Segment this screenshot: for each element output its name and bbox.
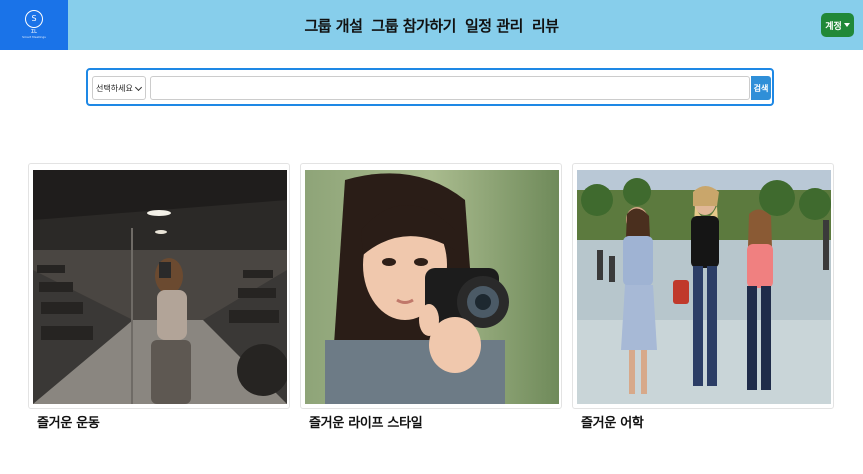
site-logo[interactable]: S ΣL Smart Meetings: [0, 0, 68, 50]
category-card-exercise[interactable]: [28, 163, 290, 409]
camera-girl-photo[interactable]: [305, 170, 559, 404]
caret-down-icon: [843, 23, 850, 27]
card-title-exercise: 즐거운 운동: [37, 416, 100, 431]
search-button[interactable]: 검색: [751, 76, 771, 100]
search-bar: 선택하세요 검색: [86, 68, 774, 106]
main-nav: 그룹 개설 그룹 참가하기 일정 관리 리뷰: [0, 0, 863, 50]
nav-review[interactable]: 리뷰: [532, 15, 559, 36]
logo-subtext: Smart Meetings: [22, 35, 46, 39]
three-friends-walking-photo[interactable]: [577, 170, 831, 404]
account-button-label: 계정: [825, 21, 842, 32]
card-title-lifestyle: 즐거운 라이프 스타일: [309, 416, 423, 431]
search-input[interactable]: [150, 76, 750, 100]
category-card-lifestyle[interactable]: [300, 163, 562, 409]
category-select[interactable]: 선택하세요: [92, 76, 146, 100]
nav-join-group[interactable]: 그룹 참가하기: [371, 15, 456, 36]
category-card-language[interactable]: [572, 163, 834, 409]
nav-schedule[interactable]: 일정 관리: [465, 15, 523, 36]
logo-mark: S: [25, 10, 43, 28]
top-header: S ΣL Smart Meetings 그룹 개설 그룹 참가하기 일정 관리 …: [0, 0, 863, 50]
account-dropdown-button[interactable]: 계정: [821, 13, 854, 37]
gym-selfie-photo[interactable]: [33, 170, 287, 404]
nav-create-group[interactable]: 그룹 개설: [304, 15, 362, 36]
card-title-language: 즐거운 어학: [581, 416, 644, 431]
category-select-value: 선택하세요: [96, 83, 133, 93]
chevron-down-icon: [134, 83, 143, 92]
